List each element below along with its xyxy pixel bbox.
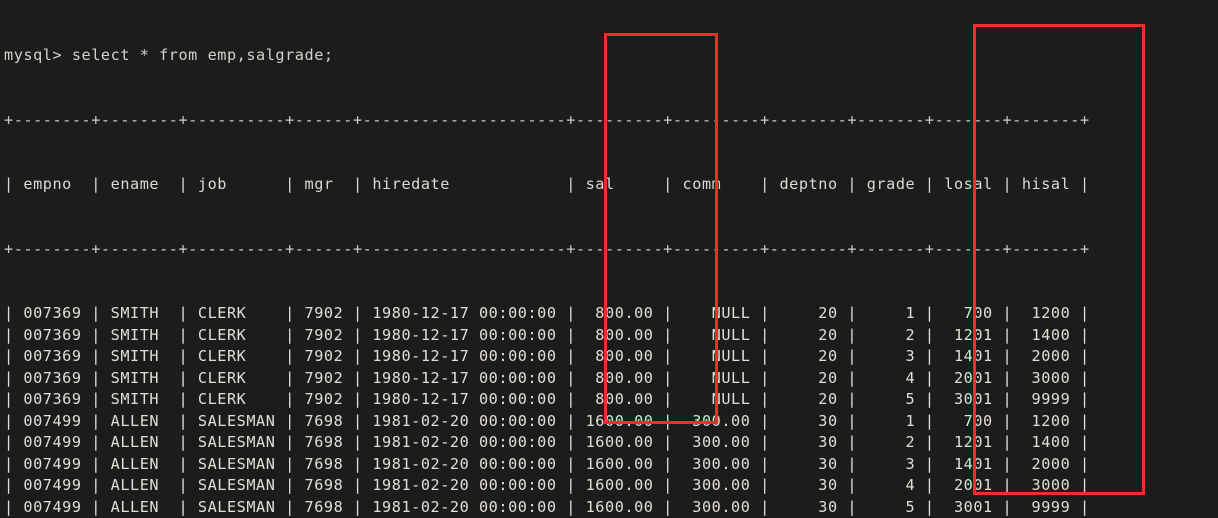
prompt-line: mysql> select * from emp,salgrade; bbox=[4, 46, 334, 64]
table-row: | 007369 | SMITH | CLERK | 7902 | 1980-1… bbox=[4, 390, 1090, 408]
table-row: | 007369 | SMITH | CLERK | 7902 | 1980-1… bbox=[4, 325, 1090, 344]
table-row: | 007499 | ALLEN | SALESMAN | 7698 | 198… bbox=[4, 454, 1090, 473]
terminal-window: mysql> select * from emp,salgrade; +----… bbox=[0, 0, 1218, 518]
table-row: | 007499 | ALLEN | SALESMAN | 7698 | 198… bbox=[4, 476, 1090, 494]
table-header-row: | empno | ename | job | mgr | hiredate |… bbox=[4, 175, 1090, 193]
table-row: | 007499 | ALLEN | SALESMAN | 7698 | 198… bbox=[4, 411, 1090, 430]
terminal-output: mysql> select * from emp,salgrade; +----… bbox=[4, 2, 1090, 518]
table-row: | 007499 | ALLEN | SALESMAN | 7698 | 198… bbox=[4, 433, 1090, 451]
table-top-rule: +--------+--------+----------+------+---… bbox=[4, 110, 1090, 129]
table-body: | 007369 | SMITH | CLERK | 7902 | 1980-1… bbox=[4, 303, 1090, 518]
table-row: | 007499 | ALLEN | SALESMAN | 7698 | 198… bbox=[4, 497, 1090, 516]
table-row: | 007369 | SMITH | CLERK | 7902 | 1980-1… bbox=[4, 368, 1090, 387]
table-header-rule: +--------+--------+----------+------+---… bbox=[4, 239, 1090, 258]
table-row: | 007369 | SMITH | CLERK | 7902 | 1980-1… bbox=[4, 304, 1090, 322]
table-row: | 007369 | SMITH | CLERK | 7902 | 1980-1… bbox=[4, 347, 1090, 365]
